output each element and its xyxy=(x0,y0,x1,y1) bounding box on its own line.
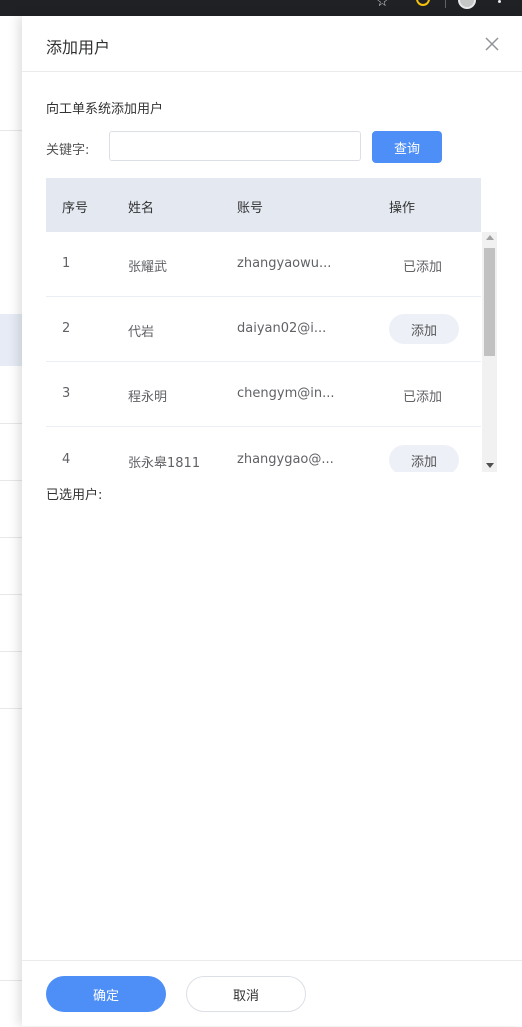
column-header-account: 账号 xyxy=(237,201,264,216)
divider xyxy=(0,651,22,652)
add-user-button[interactable]: 添加 xyxy=(389,314,459,344)
divider xyxy=(0,423,22,424)
toolbar-divider xyxy=(445,0,446,8)
add-user-button[interactable]: 添加 xyxy=(389,445,459,472)
table-scrollbar[interactable] xyxy=(482,232,497,472)
drawer-title: 添加用户 xyxy=(46,38,111,57)
row-name: 张耀武 xyxy=(128,260,168,275)
drawer-subtitle: 向工单系统添加用户 xyxy=(46,102,164,117)
background-highlighted-row xyxy=(0,314,22,366)
row-account: chengym@in... xyxy=(237,386,335,401)
table-body: 1 张耀武 zhangyaowu... 已添加 2 代岩 daiyan02@i.… xyxy=(46,232,481,472)
divider xyxy=(0,594,22,595)
table-row: 1 张耀武 zhangyaowu... 已添加 xyxy=(46,232,481,297)
row-account: zhangyaowu... xyxy=(237,256,332,271)
row-name: 代岩 xyxy=(128,325,155,340)
column-header-index: 序号 xyxy=(62,201,89,216)
divider xyxy=(0,130,22,131)
row-index: 3 xyxy=(62,386,71,401)
user-table: 序号 姓名 账号 操作 1 张耀武 zhangyaowu... 已添加 2 代岩… xyxy=(46,178,497,472)
selected-users-label: 已选用户: xyxy=(46,488,103,503)
column-header-name: 姓名 xyxy=(128,201,155,216)
divider xyxy=(0,708,22,709)
divider xyxy=(0,480,22,481)
drawer-footer: 确定 取消 xyxy=(22,960,522,1027)
close-icon[interactable] xyxy=(484,36,500,52)
table-header: 序号 姓名 账号 操作 xyxy=(46,178,497,232)
browser-toolbar: ☆ xyxy=(0,0,522,16)
drawer-header: 添加用户 xyxy=(22,16,522,72)
row-account: zhangygao@... xyxy=(237,452,334,467)
scrollbar-thumb[interactable] xyxy=(484,248,495,356)
row-account: daiyan02@i... xyxy=(237,321,327,336)
scrollbar-gutter xyxy=(481,178,497,232)
divider xyxy=(0,537,22,538)
row-name: 程永明 xyxy=(128,390,168,405)
background-page xyxy=(0,16,22,1026)
keyword-label: 关键字: xyxy=(46,143,90,158)
profile-avatar-icon[interactable] xyxy=(458,0,476,9)
row-index: 4 xyxy=(62,452,71,467)
keyword-input[interactable] xyxy=(109,131,361,161)
query-button[interactable]: 查询 xyxy=(372,131,442,163)
bookmark-star-icon[interactable]: ☆ xyxy=(376,0,389,10)
more-menu-icon[interactable] xyxy=(498,0,501,3)
table-row: 4 张永皋1811 zhangygao@... 添加 xyxy=(46,427,481,472)
row-index: 2 xyxy=(62,321,71,336)
extension-icon[interactable] xyxy=(416,0,430,6)
table-row: 3 程永明 chengym@in... 已添加 xyxy=(46,362,481,427)
confirm-button[interactable]: 确定 xyxy=(46,976,166,1012)
column-header-action: 操作 xyxy=(389,201,416,216)
divider xyxy=(0,980,22,981)
row-index: 1 xyxy=(62,256,71,271)
scroll-down-arrow-icon[interactable] xyxy=(486,463,494,468)
cancel-button[interactable]: 取消 xyxy=(186,976,306,1012)
table-row: 2 代岩 daiyan02@i... 添加 xyxy=(46,297,481,362)
add-user-drawer: 添加用户 向工单系统添加用户 关键字: 查询 序号 姓名 账号 操作 1 张耀武… xyxy=(22,16,522,1026)
added-status: 已添加 xyxy=(403,260,443,275)
row-name: 张永皋1811 xyxy=(128,456,201,471)
scroll-up-arrow-icon[interactable] xyxy=(486,235,494,240)
added-status: 已添加 xyxy=(403,390,443,405)
